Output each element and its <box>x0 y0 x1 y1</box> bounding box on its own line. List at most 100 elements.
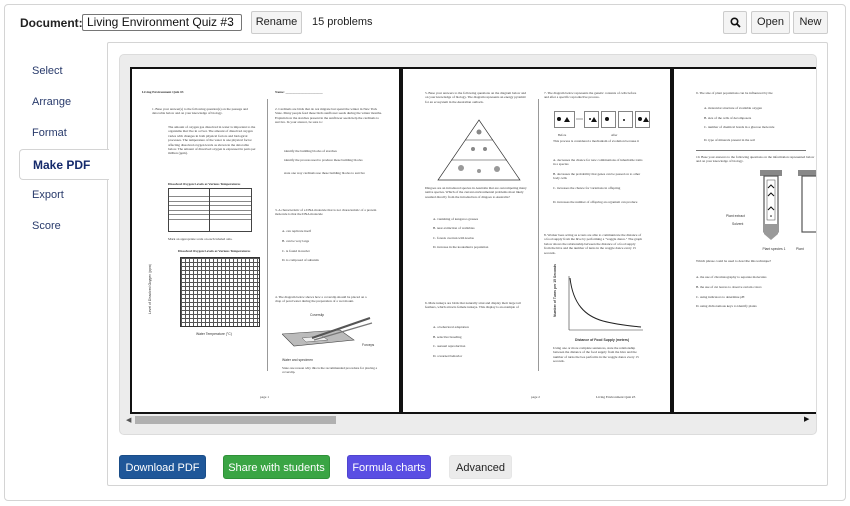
document-select-value: Living Environment Quiz #3 <box>87 15 234 29</box>
question-1-passage: The amount of oxygen gas dissolved in wa… <box>168 125 256 156</box>
scrollbar-thumb[interactable] <box>135 416 336 424</box>
plant-extract-label: Plant extract <box>726 214 745 218</box>
page-footer: page 2 <box>531 395 540 399</box>
scroll-right-arrow-icon[interactable]: ▶ <box>804 415 809 423</box>
scroll-left-arrow-icon[interactable]: ◀ <box>126 416 131 424</box>
preview-page: 9. The size of plant populations can be … <box>672 67 816 414</box>
name-line: Name: ______________________ <box>275 90 323 94</box>
question-3-choice: B. can be very large <box>282 239 310 243</box>
question-5-choice: B. near extinction of wallabies <box>433 226 475 230</box>
question-5-stem: Dingoes are an introduced species in Aus… <box>425 186 527 199</box>
question-4-prompt: State one reason why this is the recomme… <box>282 366 378 375</box>
tab-score[interactable]: Score <box>19 211 108 242</box>
chevron-down-icon: ⌄ <box>227 18 235 28</box>
make-pdf-panel: Living Environment Quiz #3 Name: _______… <box>107 42 828 486</box>
water-specimen-label: Water and specimen <box>282 358 313 362</box>
tab-arrange[interactable]: Arrange <box>19 87 108 118</box>
new-button[interactable]: New <box>793 11 828 34</box>
cell-division-diagram <box>554 111 650 128</box>
pdf-preview[interactable]: Living Environment Quiz #3 Name: _______… <box>119 54 817 435</box>
question-9-choice: A. molecular structure of available oxyg… <box>704 106 762 110</box>
question-2: 2. Cardinals are birds that do not migra… <box>275 107 382 125</box>
question-2-bullet: state one way cardinals use these buildi… <box>284 171 365 175</box>
before-label: Before <box>558 133 567 137</box>
question-10: 10. Base your answers to the following q… <box>696 155 815 164</box>
question-6-choice: A. a behavioral adaptation <box>433 325 469 329</box>
question-4: 4. The diagram below shows how a coversl… <box>275 295 367 304</box>
question-separator <box>696 150 806 151</box>
question-10-choice: A. the use of chromatography to separate… <box>696 275 767 279</box>
question-7-choice: C. increases the chance for variations i… <box>553 186 621 190</box>
formula-charts-button[interactable]: Formula charts <box>347 455 431 479</box>
tab-select[interactable]: Select <box>19 56 108 87</box>
question-5-choice: A. vanishing of kangaroo grasses <box>433 217 479 221</box>
tab-make-pdf[interactable]: Make PDF <box>19 149 109 180</box>
document-label: Document: <box>20 16 83 30</box>
question-7-stem: This process is considered a mechanism o… <box>553 139 639 143</box>
table-column-line <box>209 188 210 232</box>
column-divider <box>267 99 268 371</box>
coverslip-diagram <box>282 317 373 347</box>
question-10-choice: D. using dichotomous keys to identify pl… <box>696 304 757 308</box>
question-6-choice: C. asexual reproduction <box>433 344 466 348</box>
data-table <box>168 188 252 232</box>
column-divider <box>538 99 539 371</box>
question-7: 7. The diagram below represents the gene… <box>544 91 637 100</box>
question-10-choice: B. the use of cut leaves to observe cert… <box>696 285 762 289</box>
chromatography-diagram <box>760 170 816 240</box>
open-button[interactable]: Open <box>751 11 790 34</box>
question-10-stem: Which phrase could be used to describe t… <box>696 259 772 263</box>
question-3-choice: A. can replicate itself <box>282 229 311 233</box>
question-6-choice: D. a learned behavior <box>433 354 463 358</box>
blank-graph-grid <box>180 257 260 327</box>
search-icon <box>729 17 741 28</box>
graph-y-label: Number of Turns per 15 Seconds <box>553 263 557 317</box>
question-1-instruction: Mark an appropriate scale on each labele… <box>168 237 233 241</box>
question-9-choice: D. type of minerals present in the soil <box>704 138 756 142</box>
coverslip-label: Coverslip <box>310 313 325 317</box>
app-panel: Document: Living Environment Quiz #3 ⌄ R… <box>4 4 846 501</box>
after-label: After <box>611 133 618 137</box>
share-with-students-button[interactable]: Share with students <box>223 455 330 479</box>
graph-x-label: Water Temperature (°C) <box>196 332 232 336</box>
question-7-choice: B. decreases the probability that genes … <box>553 172 641 181</box>
question-9: 9. The size of plant populations can be … <box>696 91 773 95</box>
question-7-choice: A. decreases the chance for new combinat… <box>553 158 643 167</box>
table-title: Dissolved Oxygen Levels at Various Tempe… <box>168 182 241 186</box>
question-3-choice: C. is found in nuclei <box>282 249 310 253</box>
question-5-choice: D. increase in the kookaburra population <box>433 245 489 249</box>
page-footer: page 1 <box>260 395 269 399</box>
question-3-choice: D. is composed of subunits <box>282 258 319 262</box>
page-title: Living Environment Quiz #3 <box>142 90 184 94</box>
graph-y-label: Level of Dissolved Oxygen (ppm) <box>148 264 152 314</box>
question-6: 6. Male turkeys are birds that naturally… <box>425 301 521 310</box>
question-5-choice: C. forests overrun with koalas <box>433 236 474 240</box>
question-3: 3. A characteristic of a DNA molecule th… <box>275 208 377 217</box>
page-footer-title: Living Environment Quiz #3 <box>596 395 636 399</box>
question-2-bullet: identify the building blocks of starches <box>284 149 337 153</box>
search-button[interactable] <box>723 11 747 34</box>
waggle-dance-graph <box>568 276 643 331</box>
problem-count: 15 problems <box>312 16 373 28</box>
preview-page: Living Environment Quiz #3 Name: _______… <box>130 67 401 414</box>
preview-page: 5. Base your answers to the following qu… <box>401 67 672 414</box>
toolbar: Document: Living Environment Quiz #3 ⌄ R… <box>5 5 845 41</box>
plant-species-label: Plant species 1 <box>762 247 786 251</box>
solvent-label: Solvent <box>732 222 744 226</box>
document-select[interactable]: Living Environment Quiz #3 ⌄ <box>82 14 242 31</box>
plant-species-label: Plant <box>796 247 804 251</box>
advanced-button[interactable]: Advanced <box>449 455 512 479</box>
rename-button[interactable]: Rename <box>251 11 302 34</box>
question-9-choice: B. size of the cells of decomposers <box>704 116 752 120</box>
tab-export[interactable]: Export <box>19 180 108 211</box>
horizontal-scrollbar[interactable]: ◀ ▶ <box>120 414 816 426</box>
question-1: 1. Base your answer(s) to the following … <box>152 107 248 116</box>
question-9-choice: C. number of chemical bonds in a glucose… <box>704 125 775 129</box>
graph-title: Dissolved Oxygen Levels at Various Tempe… <box>178 249 251 253</box>
download-pdf-button[interactable]: Download PDF <box>119 455 206 479</box>
question-8-prompt: Using one or more complete sentences, st… <box>553 346 639 364</box>
tab-format[interactable]: Format <box>19 118 108 149</box>
question-7-choice: D. increases the number of offspring an … <box>553 200 638 204</box>
question-5: 5. Base your answers to the following qu… <box>425 91 527 104</box>
graph-x-label: Distance of Food Supply (meters) <box>575 338 630 342</box>
